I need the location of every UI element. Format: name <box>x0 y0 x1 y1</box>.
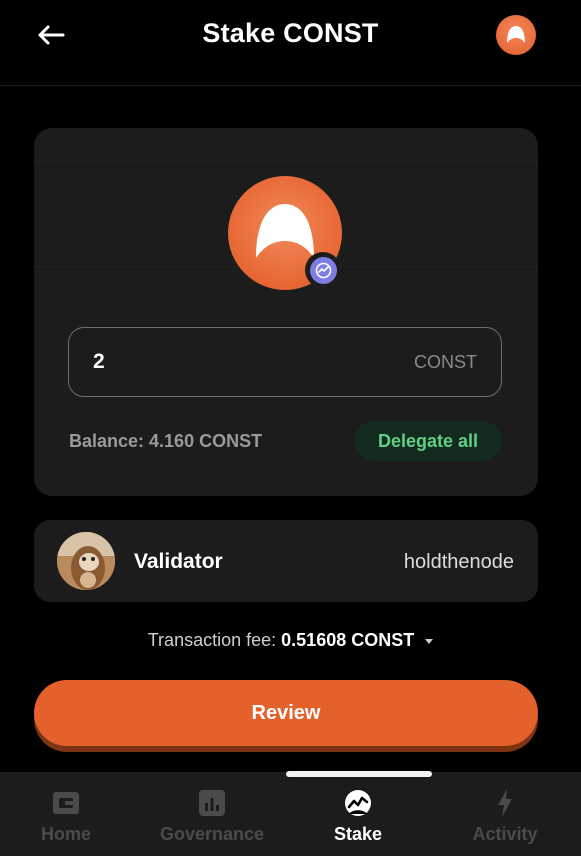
governance-chart-icon <box>195 788 229 818</box>
validator-selector[interactable]: Validator holdthenode <box>34 520 538 602</box>
chain-badge-icon <box>309 256 337 284</box>
stake-card: 2 CONST Balance: 4.160 CONST Delegate al… <box>34 128 538 496</box>
delegate-all-button[interactable]: Delegate all <box>354 421 502 461</box>
wallet-icon <box>49 788 83 818</box>
nav-activity[interactable]: Activity <box>462 772 548 856</box>
page-title: Stake CONST <box>202 18 379 48</box>
chevron-down-icon[interactable] <box>425 638 434 644</box>
balance-text: Balance: 4.160 CONST <box>69 431 263 451</box>
nav-stake-label: Stake <box>333 824 383 844</box>
nav-home[interactable]: Home <box>24 772 108 856</box>
stake-icon <box>341 788 375 818</box>
nav-governance-label: Governance <box>159 824 265 844</box>
const-token-icon[interactable] <box>496 15 536 55</box>
nav-governance[interactable]: Governance <box>146 772 278 856</box>
home-indicator <box>286 771 432 777</box>
amount-value[interactable]: 2 <box>93 350 105 374</box>
validator-avatar <box>57 532 115 590</box>
fee-value: 0.51608 CONST <box>281 630 415 650</box>
amount-unit: CONST <box>414 352 477 372</box>
fee-label: Transaction fee: <box>147 630 277 650</box>
chain-badge <box>305 252 341 288</box>
validator-name: holdthenode <box>403 551 514 573</box>
divider <box>34 161 538 162</box>
lightning-icon <box>488 788 522 818</box>
review-button[interactable]: Review <box>34 680 538 746</box>
transaction-fee[interactable]: Transaction fee: 0.51608 CONST <box>0 630 581 651</box>
nav-activity-label: Activity <box>472 824 538 844</box>
nav-home-label: Home <box>40 824 91 844</box>
nav-stake[interactable]: Stake <box>318 772 398 856</box>
validator-label: Validator <box>134 550 223 573</box>
bottom-nav: Home Governance Stake Activity <box>0 772 581 856</box>
top-bar: Stake CONST <box>0 0 581 86</box>
amount-input[interactable]: 2 CONST <box>68 327 502 397</box>
